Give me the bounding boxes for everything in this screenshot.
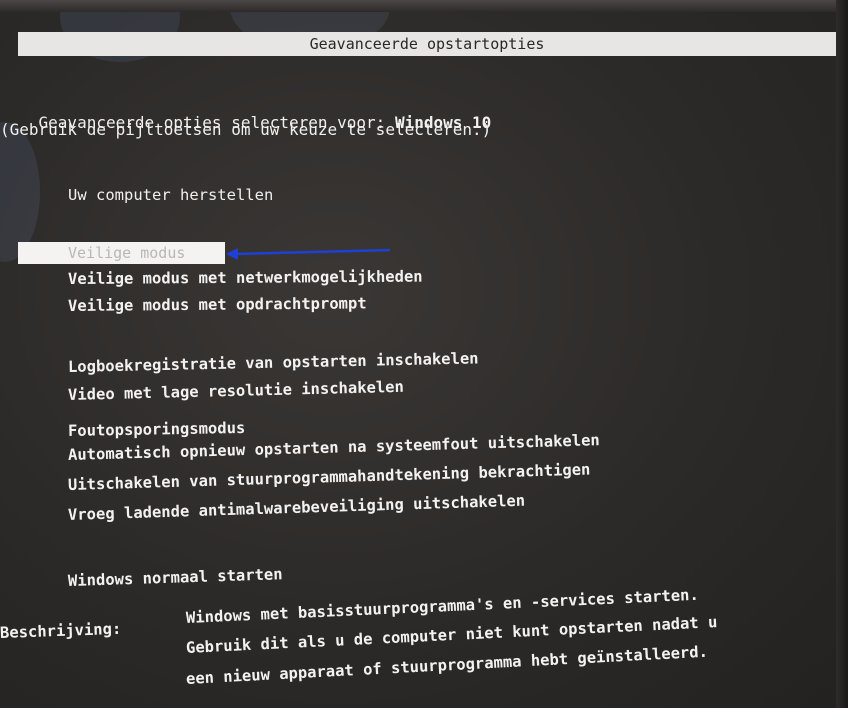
- option-safe-mode-network[interactable]: Veilige modus met netwerkmogelijkheden: [68, 268, 423, 288]
- monitor-bezel-right: [836, 0, 848, 708]
- option-safe-mode-selected[interactable]: Veilige modus: [18, 242, 225, 264]
- option-low-res-video[interactable]: Video met lage resolutie inschakelen: [68, 378, 404, 404]
- annotation-arrow: [226, 248, 391, 260]
- option-boot-logging[interactable]: Logboekregistratie van opstarten inschak…: [68, 349, 479, 376]
- screen-title: Geavanceerde opstartopties: [18, 32, 836, 56]
- monitor-bezel-top: [0, 0, 848, 12]
- option-disable-driver-signature[interactable]: Uitschakelen van stuurprogrammahandteken…: [68, 461, 591, 494]
- boot-screen: Geavanceerde opstartopties Geavanceerde …: [0, 12, 836, 708]
- description-label: Beschrijving:: [0, 619, 122, 642]
- repair-option[interactable]: Uw computer herstellen: [68, 186, 273, 204]
- option-debugging-mode[interactable]: Foutopsporingsmodus: [68, 419, 246, 440]
- option-disable-elam[interactable]: Vroeg ladende antimalwarebeveiliging uit…: [68, 492, 526, 524]
- option-start-normally[interactable]: Windows normaal starten: [68, 565, 283, 590]
- option-safe-mode-cmd[interactable]: Veilige modus met opdrachtprompt: [68, 294, 367, 315]
- header-line-2: (Gebruik de pijltoetsen om uw keuze te s…: [0, 120, 492, 139]
